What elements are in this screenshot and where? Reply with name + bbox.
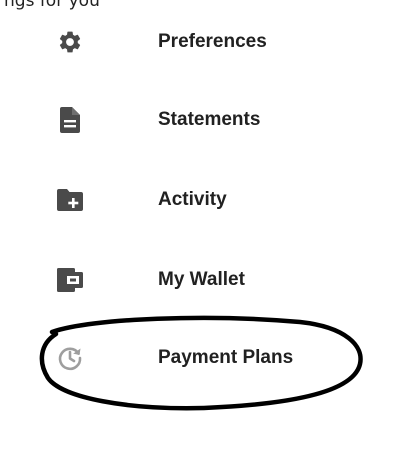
menu-item-activity[interactable]: Activity <box>0 170 402 230</box>
menu-item-label: Payment Plans <box>158 347 294 368</box>
folder-plus-icon <box>50 180 90 220</box>
menu-item-preferences[interactable]: Preferences <box>0 12 402 72</box>
document-icon <box>50 100 90 140</box>
wallet-icon <box>50 260 90 300</box>
menu-item-label: My Wallet <box>158 269 245 290</box>
side-menu: Preferences Statements Activity My Walle… <box>0 0 402 462</box>
menu-item-label: Activity <box>158 189 227 210</box>
menu-item-statements[interactable]: Statements <box>0 90 402 150</box>
gear-icon <box>50 22 90 62</box>
menu-item-payment-plans[interactable]: Payment Plans <box>0 328 402 388</box>
menu-item-my-wallet[interactable]: My Wallet <box>0 250 402 310</box>
menu-item-label: Preferences <box>158 31 267 52</box>
menu-item-label: Statements <box>158 109 261 130</box>
clock-refresh-icon <box>50 338 90 378</box>
